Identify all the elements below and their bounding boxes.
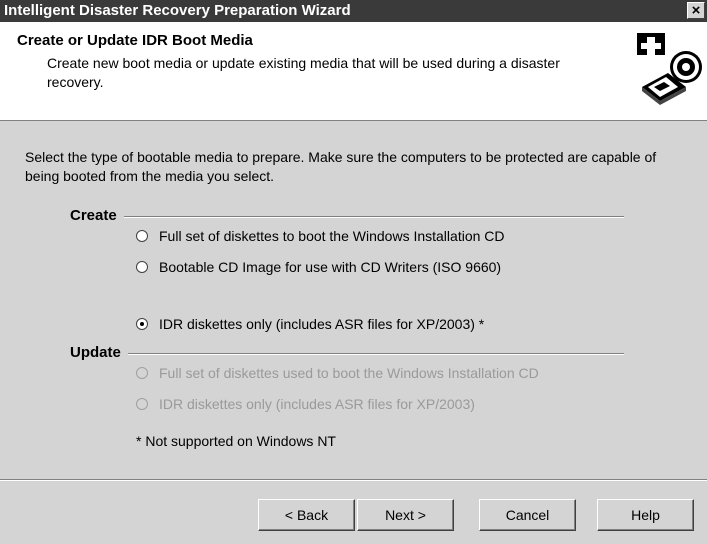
page-title: Create or Update IDR Boot Media bbox=[17, 32, 253, 49]
option-label: Bootable CD Image for use with CD Writer… bbox=[159, 259, 502, 275]
first-aid-cd-icon bbox=[634, 29, 702, 113]
radio-button-selected[interactable] bbox=[136, 318, 148, 330]
create-option-bootable-cd[interactable]: Bootable CD Image for use with CD Writer… bbox=[136, 258, 501, 276]
option-label: Full set of diskettes to boot the Window… bbox=[159, 228, 505, 244]
option-label: IDR diskettes only (includes ASR files f… bbox=[159, 316, 485, 332]
radio-button[interactable] bbox=[136, 261, 148, 273]
create-option-idr-diskettes[interactable]: IDR diskettes only (includes ASR files f… bbox=[136, 315, 484, 333]
footnote: * Not supported on Windows NT bbox=[136, 433, 336, 449]
update-option-idr-diskettes: IDR diskettes only (includes ASR files f… bbox=[136, 395, 475, 413]
close-button[interactable]: × bbox=[687, 2, 705, 19]
back-button[interactable]: < Back bbox=[258, 499, 355, 531]
radio-button[interactable] bbox=[136, 230, 148, 242]
update-group-label: Update bbox=[70, 344, 121, 361]
option-label: IDR diskettes only (includes ASR files f… bbox=[159, 396, 475, 412]
wizard-header: Create or Update IDR Boot Media Create n… bbox=[0, 22, 707, 121]
radio-button-disabled bbox=[136, 367, 148, 379]
help-button[interactable]: Help bbox=[597, 499, 694, 531]
update-group-divider bbox=[128, 353, 624, 355]
create-group-label: Create bbox=[70, 207, 117, 224]
create-group-divider bbox=[124, 216, 624, 218]
title-bar: Intelligent Disaster Recovery Preparatio… bbox=[0, 0, 707, 22]
wizard-body: Select the type of bootable media to pre… bbox=[0, 121, 707, 479]
radio-button-disabled bbox=[136, 398, 148, 410]
next-button[interactable]: Next > bbox=[357, 499, 454, 531]
option-label: Full set of diskettes used to boot the W… bbox=[159, 365, 539, 381]
create-option-full-diskettes[interactable]: Full set of diskettes to boot the Window… bbox=[136, 227, 505, 245]
cancel-button[interactable]: Cancel bbox=[479, 499, 576, 531]
update-option-full-diskettes: Full set of diskettes used to boot the W… bbox=[136, 364, 539, 382]
footer-divider bbox=[0, 479, 707, 481]
instruction-text: Select the type of bootable media to pre… bbox=[25, 149, 657, 184]
window-title: Intelligent Disaster Recovery Preparatio… bbox=[4, 2, 351, 19]
page-description: Create new boot media or update existing… bbox=[47, 55, 560, 90]
